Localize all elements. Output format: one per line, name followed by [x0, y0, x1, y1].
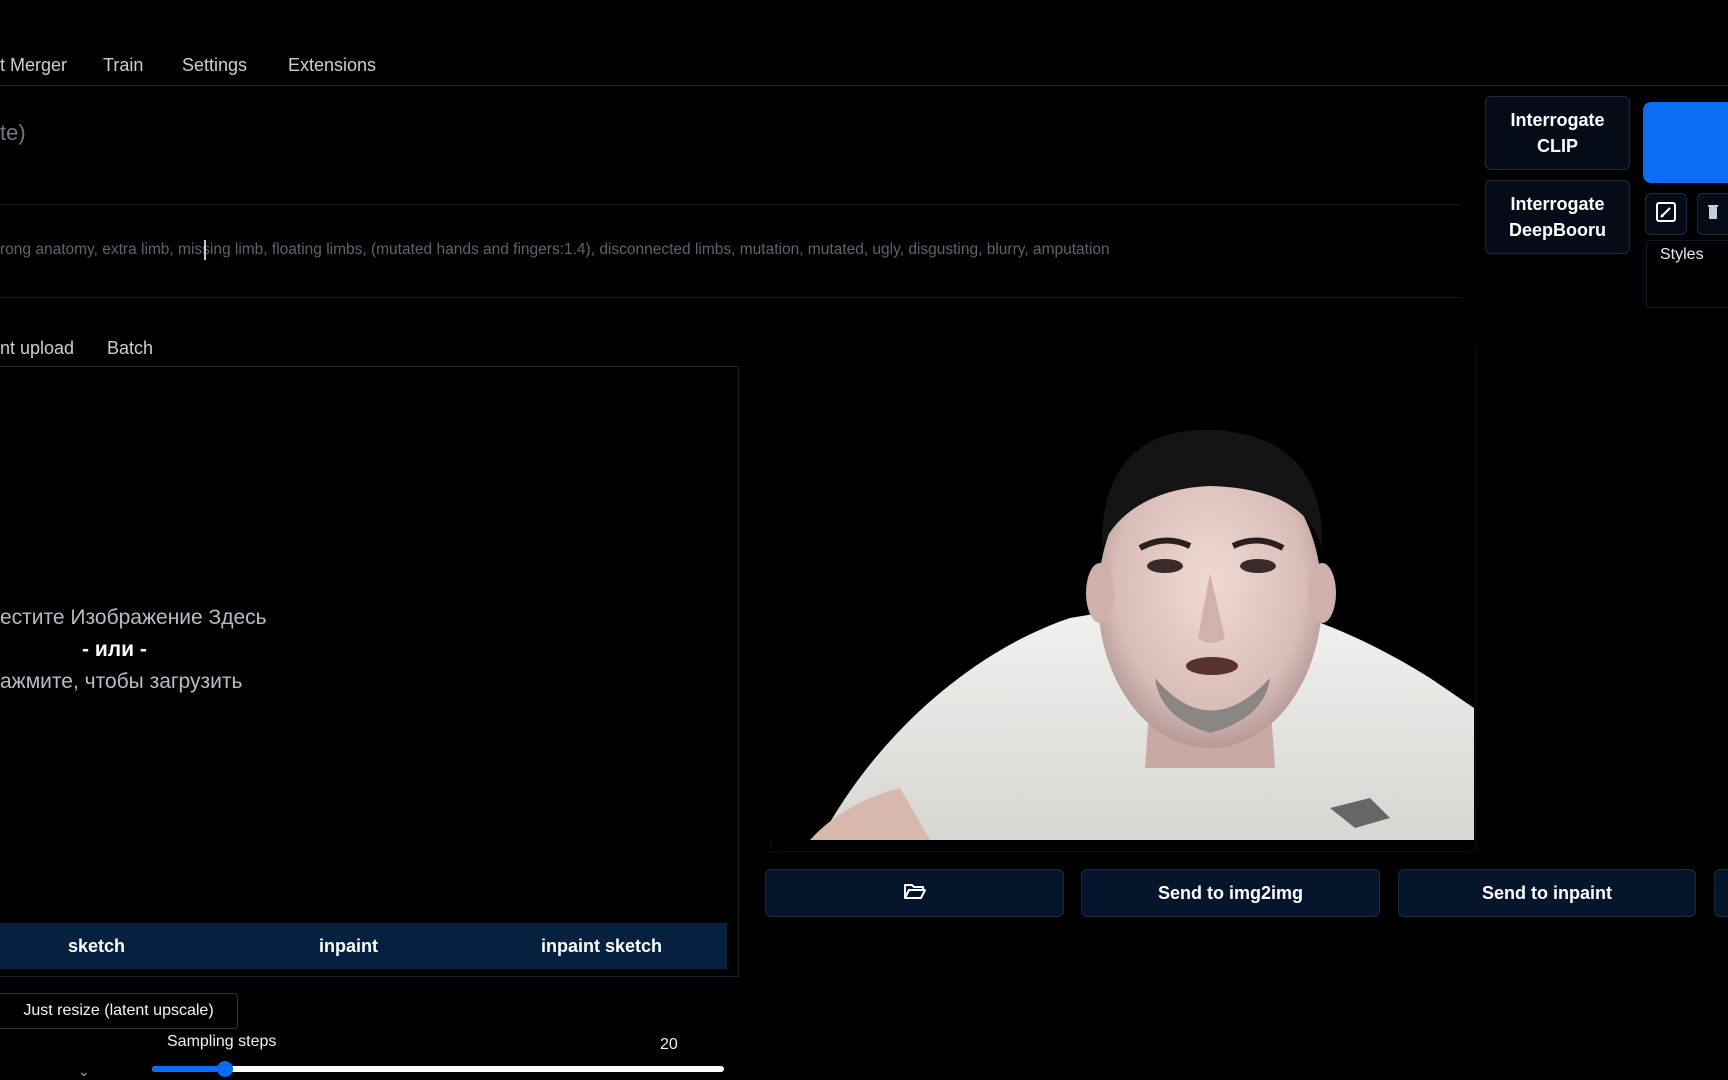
generate-button[interactable]	[1643, 102, 1728, 183]
click-upload-text: ажмите, чтобы загрузить	[0, 670, 243, 693]
mode-inpaint[interactable]: inpaint	[319, 936, 378, 957]
or-text: - или -	[82, 638, 147, 661]
interrogate-deepbooru-button[interactable]: Interrogate DeepBooru	[1485, 180, 1630, 254]
interrogate-clip-button[interactable]: Interrogate CLIP	[1485, 96, 1630, 170]
mode-sketch[interactable]: sketch	[68, 936, 125, 957]
tab-settings[interactable]: Settings	[182, 55, 247, 76]
tab-train[interactable]: Train	[103, 55, 143, 76]
delete-style-button[interactable]	[1697, 193, 1728, 235]
prompt-textarea[interactable]	[0, 88, 1462, 198]
edit-icon	[1655, 201, 1677, 228]
interrogate-clip-line2: CLIP	[1536, 136, 1578, 156]
folder-open-icon	[903, 881, 927, 906]
send-to-extras-button[interactable]	[1714, 869, 1728, 917]
drop-image-text: естите Изображение Здесь	[0, 606, 267, 629]
interrogate-deepbooru-line1: Interrogate	[1510, 193, 1605, 214]
tab-batch[interactable]: Batch	[107, 338, 153, 359]
chevron-down-icon[interactable]: ⌄	[78, 1063, 90, 1080]
sampling-steps-slider-fill	[152, 1066, 225, 1072]
resize-mode-just-resize-latent[interactable]: Just resize (latent upscale)	[0, 993, 238, 1029]
prompt-placeholder: te)	[0, 120, 26, 145]
send-to-img2img-button[interactable]: Send to img2img	[1081, 869, 1380, 917]
tab-checkpoint-merger[interactable]: t Merger	[0, 55, 67, 76]
webcam-overlay-image	[770, 348, 1474, 840]
sampling-steps-value[interactable]: 20	[660, 1036, 678, 1054]
sampling-steps-slider[interactable]	[152, 1066, 724, 1072]
interrogate-deepbooru-line2: DeepBooru	[1508, 220, 1606, 240]
sampling-steps-label: Sampling steps	[167, 1033, 277, 1050]
sampling-steps-slider-thumb[interactable]	[216, 1061, 233, 1077]
tab-inpaint-upload[interactable]: nt upload	[0, 338, 74, 359]
edit-style-button[interactable]	[1645, 193, 1687, 235]
mode-inpaint-sketch[interactable]: inpaint sketch	[541, 936, 662, 957]
trash-icon	[1706, 203, 1720, 226]
send-to-inpaint-button[interactable]: Send to inpaint	[1398, 869, 1696, 917]
interrogate-clip-line1: Interrogate	[1510, 109, 1605, 130]
negative-prompt-text: rong anatomy, extra limb, missing limb, …	[0, 241, 1110, 258]
text-cursor	[204, 240, 206, 260]
styles-label: Styles	[1660, 246, 1704, 263]
open-folder-button[interactable]	[765, 869, 1064, 917]
tab-extensions[interactable]: Extensions	[288, 55, 376, 76]
tabs-divider	[0, 85, 1728, 86]
